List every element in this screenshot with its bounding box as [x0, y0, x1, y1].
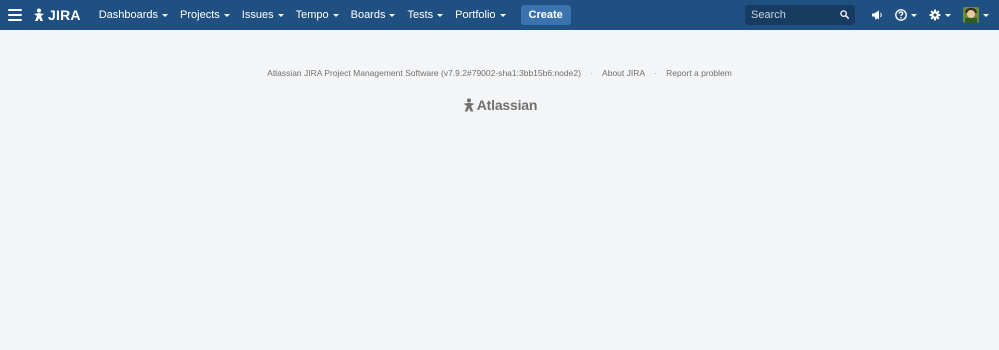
separator: · [653, 68, 657, 78]
main-nav: Dashboards Projects Issues Tempo Boards … [93, 0, 571, 30]
atlassian-logo-text: Atlassian [476, 97, 538, 113]
version-text: Atlassian JIRA Project Management Softwa… [267, 68, 581, 78]
separator: · [590, 68, 594, 78]
about-jira-link[interactable]: About JIRA [602, 68, 645, 78]
chevron-down-icon [277, 14, 284, 17]
chevron-down-icon [983, 14, 989, 17]
chevron-down-icon [499, 14, 506, 17]
report-problem-link[interactable]: Report a problem [666, 68, 732, 78]
jira-logo-icon [34, 8, 44, 21]
help-icon [895, 9, 907, 21]
nav-boards-label: Boards [350, 9, 386, 21]
nav-tempo[interactable]: Tempo [290, 0, 345, 30]
chevron-down-icon [162, 14, 169, 17]
nav-tests-label: Tests [407, 9, 434, 21]
search-box [745, 5, 855, 25]
search-icon[interactable] [840, 10, 849, 19]
gear-icon [929, 9, 941, 21]
chevron-down-icon [945, 14, 951, 17]
chevron-down-icon [437, 14, 444, 17]
atlassian-logo[interactable]: Atlassian [0, 97, 999, 113]
header-right-tools [745, 0, 999, 30]
nav-portfolio-label: Portfolio [455, 9, 496, 21]
nav-issues[interactable]: Issues [236, 0, 290, 30]
nav-portfolio[interactable]: Portfolio [449, 0, 511, 30]
footer-links: Atlassian JIRA Project Management Softwa… [0, 68, 999, 78]
nav-projects[interactable]: Projects [174, 0, 236, 30]
atlassian-logo-icon [463, 98, 475, 112]
nav-issues-label: Issues [241, 9, 274, 21]
jira-logo[interactable]: JIRA [32, 7, 81, 23]
help-button[interactable] [889, 0, 923, 30]
chevron-down-icon [911, 14, 917, 17]
nav-tests[interactable]: Tests [401, 0, 449, 30]
settings-button[interactable] [923, 0, 957, 30]
create-button[interactable]: Create [520, 5, 571, 25]
avatar [963, 7, 979, 23]
announcements-button[interactable] [865, 0, 889, 30]
chevron-down-icon [332, 14, 339, 17]
user-profile-button[interactable] [957, 0, 999, 30]
nav-dashboards-label: Dashboards [98, 9, 159, 21]
nav-boards[interactable]: Boards [345, 0, 402, 30]
jira-logo-text: JIRA [48, 7, 81, 23]
search-input[interactable] [751, 9, 839, 21]
nav-tempo-label: Tempo [295, 9, 329, 21]
app-switcher-menu-icon[interactable] [8, 8, 22, 22]
chevron-down-icon [223, 14, 230, 17]
top-navigation-bar: JIRA Dashboards Projects Issues Tempo Bo… [0, 0, 999, 30]
nav-dashboards[interactable]: Dashboards [93, 0, 174, 30]
megaphone-icon [872, 10, 882, 20]
chevron-down-icon [389, 14, 396, 17]
nav-projects-label: Projects [180, 9, 220, 21]
